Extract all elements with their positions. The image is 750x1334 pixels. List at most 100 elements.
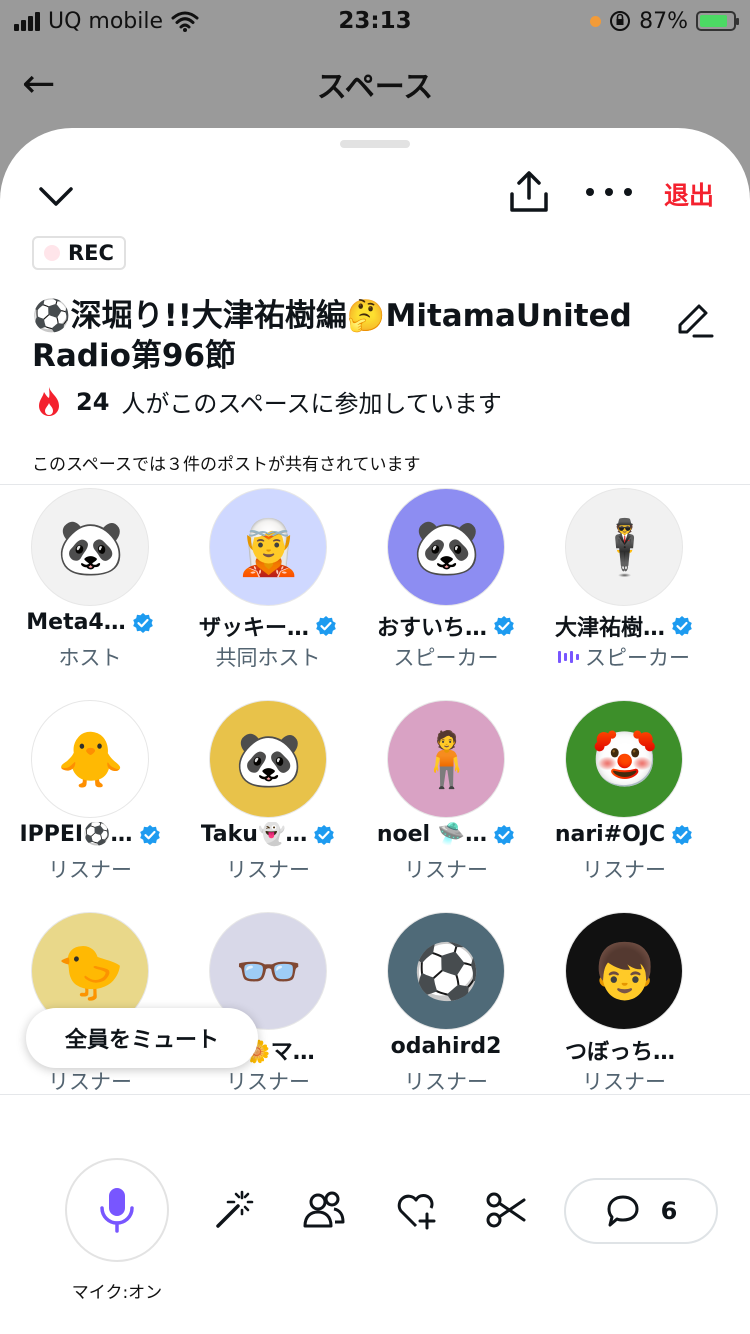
avatar[interactable]: ⚽	[387, 912, 505, 1030]
participant-name: Meta4…	[26, 610, 126, 635]
avatar-image: 🧝	[235, 516, 303, 579]
participant-card[interactable]: ⚽ odahird2 リスナー	[356, 910, 536, 1092]
mic-button[interactable]	[65, 1158, 169, 1262]
carrier-label: UQ mobile	[48, 8, 164, 34]
participant-card[interactable]: 👦 つぼっち⚽… リスナー	[534, 910, 714, 1092]
participants-icon[interactable]	[302, 1188, 346, 1232]
avatar-image: 👦	[591, 940, 659, 1003]
avatar[interactable]: 🧍	[387, 700, 505, 818]
avatar-image: 🐥	[57, 728, 125, 791]
listener-count: 24	[76, 387, 110, 416]
share-icon[interactable]	[506, 168, 552, 216]
participant-name: ザッキー…	[198, 616, 309, 641]
participant-name: おすいち…	[376, 616, 487, 641]
leave-button[interactable]: 退出	[664, 176, 714, 212]
avatar[interactable]: 🕴	[565, 488, 683, 606]
avatar-image: 🤡	[591, 728, 659, 791]
back-arrow-icon[interactable]: ←	[22, 64, 56, 104]
divider	[0, 484, 750, 485]
verified-badge-icon	[316, 616, 336, 636]
status-left: UQ mobile	[14, 9, 199, 34]
speaking-indicator-icon	[558, 650, 579, 664]
rec-dot-icon	[44, 245, 60, 261]
participant-name-row: Taku👻…	[188, 822, 348, 847]
participant-name-row: noel 🛸…	[366, 822, 526, 847]
verified-badge-icon	[672, 616, 692, 636]
verified-badge-icon	[132, 612, 153, 633]
participant-name: つぼっち⚽…	[565, 1040, 683, 1065]
participant-role-row: リスナー	[0, 854, 180, 884]
shared-posts-text[interactable]: このスペースでは３件のポストが共有されています	[32, 450, 420, 475]
page-title: スペース	[316, 70, 434, 105]
participant-card[interactable]: 🤡 nari#OJC リスナー	[534, 698, 714, 908]
listener-count-row: 24 人がこのスペースに参加しています	[34, 384, 502, 419]
avatar[interactable]: 🐼	[209, 700, 327, 818]
avatar-image: 🐼	[57, 516, 125, 579]
participant-role: リスナー	[582, 1070, 666, 1092]
participant-role: リスナー	[48, 858, 132, 882]
participant-role-row: リスナー	[356, 1066, 536, 1092]
participant-name: IPPEI⚽…	[19, 822, 133, 847]
avatar-image: 🐼	[413, 516, 481, 579]
participant-card[interactable]: 🐥 IPPEI⚽… リスナー	[0, 698, 180, 908]
participant-card[interactable]: 🕴 大津祐樹… スピーカー	[534, 486, 714, 696]
mic-label: マイク:オン	[71, 1283, 163, 1303]
scissors-icon[interactable]	[484, 1188, 528, 1232]
edit-pencil-icon[interactable]	[672, 298, 716, 342]
divider	[0, 1094, 750, 1095]
participant-role-row: スピーカー	[356, 642, 536, 672]
participant-card[interactable]: 🐼 おすいち… スピーカー	[356, 486, 536, 696]
participant-role-row: リスナー	[356, 854, 536, 884]
wifi-icon	[171, 11, 199, 32]
collapse-chevron-icon[interactable]	[36, 176, 76, 216]
status-right: 87%	[590, 8, 739, 34]
avatar[interactable]: 🐼	[31, 488, 149, 606]
participant-role: リスナー	[226, 1070, 310, 1092]
replies-button[interactable]: 6	[564, 1178, 718, 1244]
participant-name: odahird2	[390, 1034, 502, 1059]
participant-role-row: リスナー	[534, 1066, 714, 1092]
magic-wand-icon[interactable]	[212, 1188, 256, 1232]
avatar[interactable]: 👦	[565, 912, 683, 1030]
participant-role-row: 共同ホスト	[178, 642, 358, 672]
participant-name-row: おすいち…	[366, 610, 526, 642]
participant-name-row: 大津祐樹…	[544, 610, 704, 642]
participant-card[interactable]: 🐼 Meta4… ホスト	[0, 486, 180, 696]
rec-label: REC	[68, 241, 114, 265]
battery-percent: 87%	[639, 8, 688, 34]
participant-name-row: つぼっち⚽…	[544, 1034, 704, 1066]
verified-badge-icon	[139, 824, 160, 845]
avatar[interactable]: 🐼	[387, 488, 505, 606]
participant-role-row: リスナー	[0, 1066, 180, 1092]
avatar[interactable]: 🧝	[209, 488, 327, 606]
participant-card[interactable]: 🐼 Taku👻… リスナー	[178, 698, 358, 908]
listener-text: 人がこのスペースに参加しています	[121, 390, 502, 418]
mic-in-use-indicator	[590, 15, 602, 27]
participant-role-row: リスナー	[178, 854, 358, 884]
participants-grid: 🐼 Meta4… ホスト 🧝 ザッキー… 共同ホスト 🐼 おすいち… スピーカー 🕴 大津祐樹… スピ…	[0, 486, 750, 1092]
sheet-grabber[interactable]	[340, 140, 410, 148]
avatar[interactable]: 🐥	[31, 700, 149, 818]
participant-card[interactable]: 🧍 noel 🛸… リスナー	[356, 698, 536, 908]
verified-badge-icon	[494, 824, 514, 845]
avatar-image: 🧍	[413, 728, 481, 791]
more-options-icon[interactable]	[586, 182, 632, 202]
participant-role: リスナー	[48, 1070, 132, 1092]
avatar-image: 🕴	[591, 516, 659, 579]
space-title: ⚽深堀り!!大津祐樹編🤔MitamaUnited Radio第96節	[32, 298, 632, 374]
participant-role: 共同ホスト	[215, 646, 321, 670]
avatar[interactable]: 🤡	[565, 700, 683, 818]
verified-badge-icon	[672, 824, 692, 845]
heart-plus-icon[interactable]	[394, 1188, 438, 1232]
participant-card[interactable]: 🧝 ザッキー… 共同ホスト	[178, 486, 358, 696]
orientation-lock-icon	[610, 11, 631, 31]
participant-name-row: odahird2	[366, 1034, 526, 1059]
battery-icon	[696, 11, 739, 31]
avatar-image: 🐼	[235, 728, 303, 791]
participant-role: リスナー	[404, 1070, 488, 1092]
mute-all-button[interactable]: 全員をミュート	[26, 1008, 258, 1068]
participant-role: リスナー	[582, 858, 666, 882]
verified-badge-icon	[494, 616, 514, 636]
participant-role: リスナー	[226, 858, 310, 882]
participant-name: 大津祐樹…	[554, 616, 665, 641]
